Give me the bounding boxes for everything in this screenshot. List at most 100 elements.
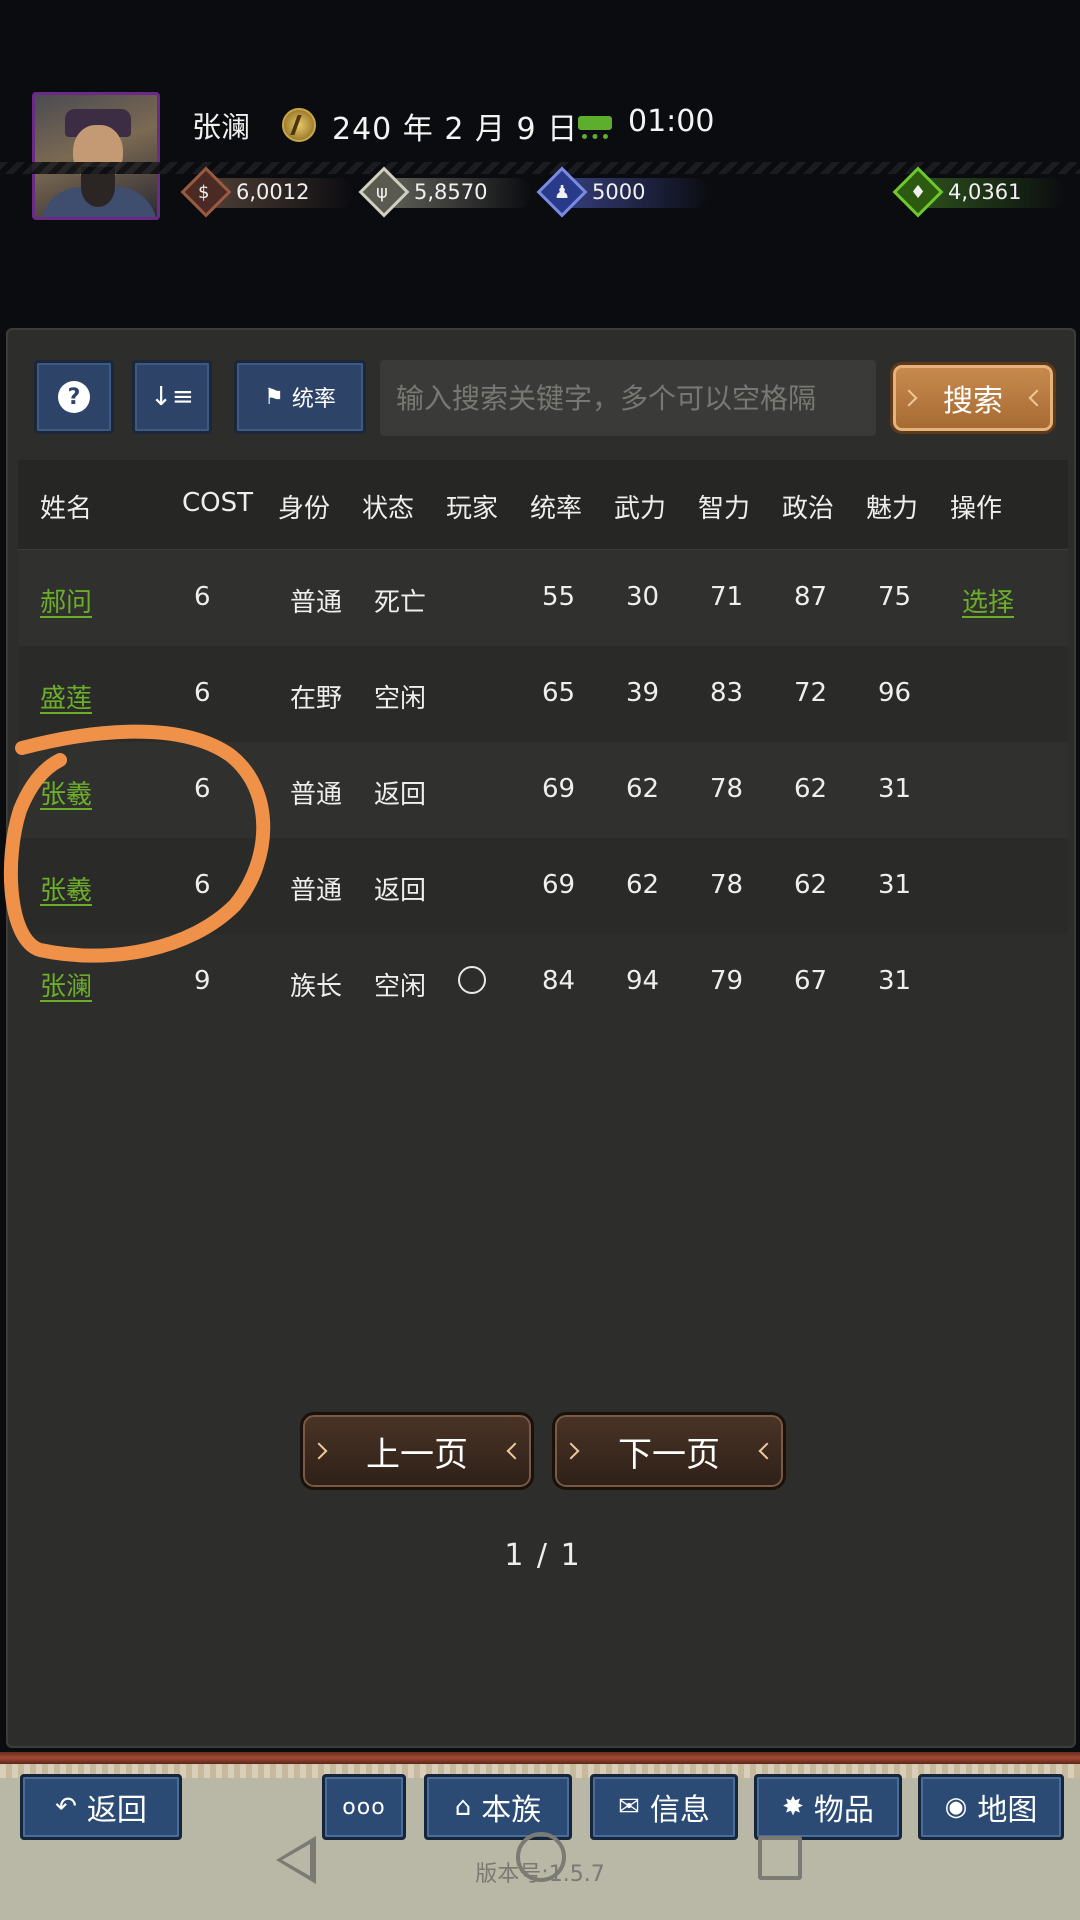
help-button[interactable]: ? xyxy=(34,360,114,434)
more-button[interactable]: ooo xyxy=(322,1774,406,1840)
leadership-value: 69 xyxy=(542,870,576,900)
politics-value: 62 xyxy=(794,774,828,804)
sort-field-label: 统率 xyxy=(291,387,336,412)
leadership-value: 65 xyxy=(542,678,576,708)
officer-list-panel: ? ↓≡ ⚑ 统率 搜索 姓名 COST 身份 状态 玩家 统率 武力 智力 政… xyxy=(6,328,1076,1748)
col-cost[interactable]: COST xyxy=(182,488,253,518)
back-button[interactable]: ↶ 返回 xyxy=(20,1774,182,1840)
sort-descending-icon: ↓≡ xyxy=(150,382,194,412)
table-row: 郝问 6 普通 死亡 55 30 71 87 75 选择 xyxy=(18,550,1068,646)
map-label: 地图 xyxy=(977,1793,1038,1828)
war-value: 30 xyxy=(626,582,660,612)
clan-label: 本族 xyxy=(481,1793,542,1828)
select-link[interactable]: 选择 xyxy=(962,582,1014,619)
officer-name-link[interactable]: 张羲 xyxy=(40,870,92,907)
war-value: 62 xyxy=(626,870,660,900)
bottom-trim xyxy=(0,1752,1080,1764)
money-resource: $ 6,0012 xyxy=(180,166,354,218)
player-avatar[interactable] xyxy=(32,92,160,220)
system-back-icon[interactable] xyxy=(276,1836,316,1884)
col-politics[interactable]: 政治 xyxy=(782,488,834,525)
politics-value: 62 xyxy=(794,870,828,900)
col-status[interactable]: 状态 xyxy=(362,488,414,525)
war-value: 94 xyxy=(626,966,660,996)
leadership-value: 55 xyxy=(542,582,576,612)
food-resource: ψ 5,8570 xyxy=(358,166,532,218)
money-value: 6,0012 xyxy=(236,180,310,204)
table-row: 张澜 9 族长 空闲 84 94 79 67 31 xyxy=(18,934,1068,1030)
col-name[interactable]: 姓名 xyxy=(40,488,92,525)
table-row: 盛莲 6 在野 空闲 65 39 83 72 96 xyxy=(18,646,1068,742)
table-row: 张羲 6 普通 返回 69 62 78 62 31 xyxy=(18,742,1068,838)
chat-icon: ✉ xyxy=(618,1792,640,1822)
undo-icon: ↶ xyxy=(55,1792,77,1822)
bag-value: 4,0361 xyxy=(948,180,1022,204)
table-row: 张羲 6 普通 返回 69 62 78 62 31 xyxy=(18,838,1068,934)
col-intelligence[interactable]: 智力 xyxy=(698,488,750,525)
col-identity[interactable]: 身份 xyxy=(278,488,330,525)
status-value: 返回 xyxy=(374,780,427,810)
intelligence-value: 83 xyxy=(710,678,744,708)
map-button[interactable]: ◉ 地图 xyxy=(918,1774,1064,1840)
cost-value: 6 xyxy=(194,774,211,804)
search-button[interactable]: 搜索 xyxy=(890,362,1056,434)
status-value: 返回 xyxy=(374,876,427,906)
more-dots-icon: ooo xyxy=(342,1794,386,1820)
system-home-icon[interactable] xyxy=(516,1832,566,1882)
cost-value: 6 xyxy=(194,678,211,708)
identity-value: 普通 xyxy=(290,588,343,618)
search-input[interactable] xyxy=(380,360,876,436)
status-value: 空闲 xyxy=(374,972,427,1002)
troop-resource: ♟ 5000 xyxy=(536,166,710,218)
col-charm[interactable]: 魅力 xyxy=(866,488,918,525)
identity-value: 族长 xyxy=(290,972,343,1002)
flag-icon: ⚑ xyxy=(264,384,284,410)
cost-value: 9 xyxy=(194,966,211,996)
col-war[interactable]: 武力 xyxy=(614,488,666,525)
col-action: 操作 xyxy=(950,494,1003,524)
calendar-icon xyxy=(282,108,316,142)
cost-value: 6 xyxy=(194,870,211,900)
food-value: 5,8570 xyxy=(414,180,488,204)
col-leadership[interactable]: 统率 xyxy=(530,488,582,525)
charm-value: 31 xyxy=(878,966,912,996)
toolbar: ? ↓≡ ⚑ 统率 搜索 xyxy=(28,360,1058,438)
player-name: 张澜 xyxy=(192,110,251,144)
charm-value: 31 xyxy=(878,870,912,900)
globe-icon: ◉ xyxy=(944,1792,968,1822)
identity-value: 普通 xyxy=(290,876,343,906)
table-header: 姓名 COST 身份 状态 玩家 统率 武力 智力 政治 魅力 操作 xyxy=(18,460,1068,550)
top-header: 张澜 240 年 2 月 9 日 01:00 $ 6,0012 ψ 5,8570… xyxy=(0,0,1080,330)
game-time: 01:00 xyxy=(628,104,715,139)
system-recents-icon[interactable] xyxy=(758,1836,802,1880)
game-date: 240 年 2 月 9 日 xyxy=(332,112,579,147)
war-value: 62 xyxy=(626,774,660,804)
next-page-button[interactable]: 下一页 xyxy=(552,1412,786,1490)
bag-resource: ♦ 4,0361 xyxy=(892,166,1066,218)
politics-value: 72 xyxy=(794,678,828,708)
status-value: 空闲 xyxy=(374,684,427,714)
prev-page-button[interactable]: 上一页 xyxy=(300,1412,534,1490)
officer-name-link[interactable]: 张羲 xyxy=(40,774,92,811)
status-value: 死亡 xyxy=(374,588,427,618)
scroll-icon: ✸ xyxy=(782,1792,804,1822)
officer-name-link[interactable]: 张澜 xyxy=(40,966,92,1003)
sort-button[interactable]: ↓≡ xyxy=(132,360,212,434)
items-button[interactable]: ✸ 物品 xyxy=(754,1774,902,1840)
troop-value: 5000 xyxy=(592,180,646,204)
items-label: 物品 xyxy=(813,1793,874,1828)
charm-value: 75 xyxy=(878,582,912,612)
back-label: 返回 xyxy=(86,1793,147,1828)
house-icon: ⌂ xyxy=(454,1792,472,1822)
info-label: 信息 xyxy=(649,1793,710,1828)
cart-icon xyxy=(578,116,612,139)
war-value: 39 xyxy=(626,678,660,708)
clan-button[interactable]: ⌂ 本族 xyxy=(424,1774,572,1840)
intelligence-value: 78 xyxy=(710,870,744,900)
sort-field-button[interactable]: ⚑ 统率 xyxy=(234,360,366,434)
info-button[interactable]: ✉ 信息 xyxy=(590,1774,738,1840)
officer-name-link[interactable]: 盛莲 xyxy=(40,678,92,715)
officer-name-link[interactable]: 郝问 xyxy=(40,582,92,619)
charm-value: 96 xyxy=(878,678,912,708)
col-player[interactable]: 玩家 xyxy=(446,488,498,525)
